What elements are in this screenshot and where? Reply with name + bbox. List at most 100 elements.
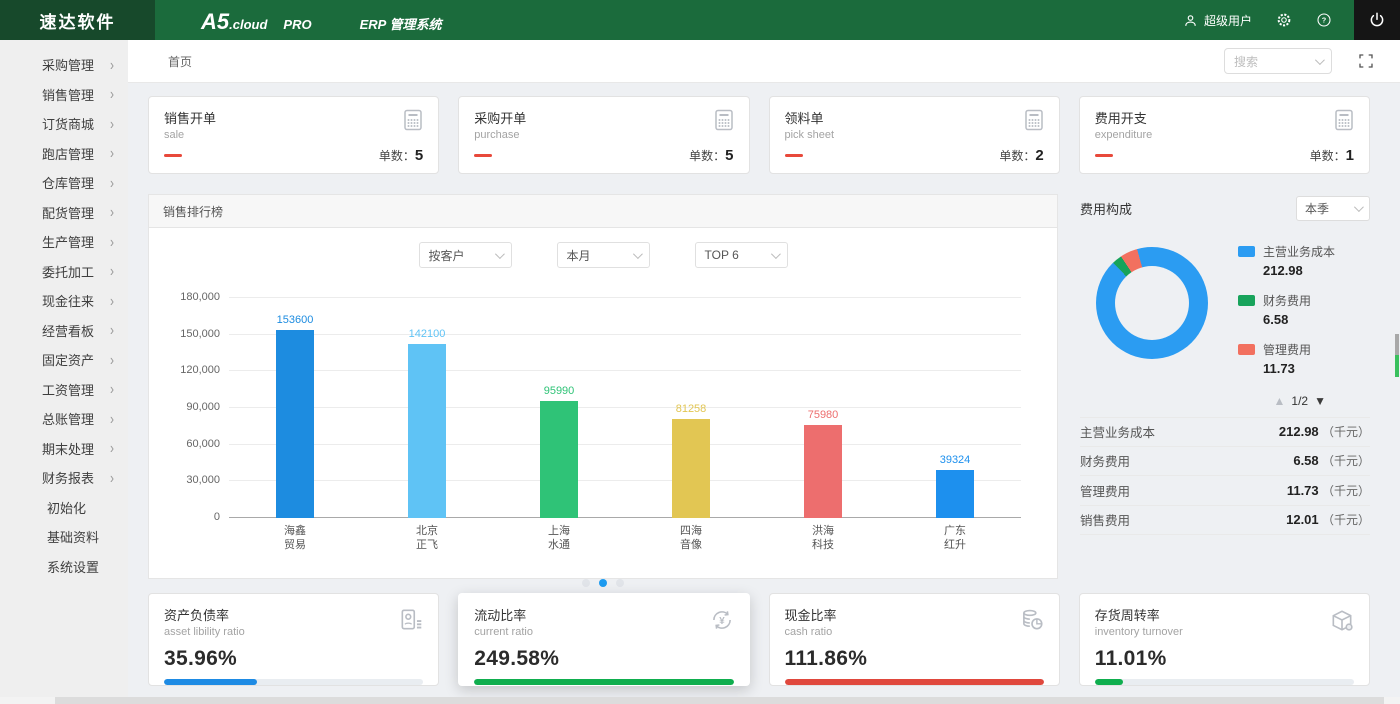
- legend-label: 管理费用: [1263, 341, 1311, 358]
- metric-card-subtitle: asset libility ratio: [164, 626, 423, 638]
- bar-value-label: 142100: [409, 328, 446, 340]
- expense-row-value: 6.58 （千元）: [1293, 452, 1370, 469]
- sidebar-item-销售管理[interactable]: 销售管理›: [0, 80, 128, 110]
- expense-row: 管理费用11.73 （千元）: [1080, 476, 1370, 506]
- x-axis-label: 北京正飞: [361, 525, 493, 553]
- user-menu[interactable]: 超级用户: [1183, 12, 1252, 29]
- metric-card-subtitle: inventory turnover: [1095, 626, 1354, 638]
- sidebar-item-财务报表[interactable]: 财务报表›: [0, 463, 128, 493]
- chevron-right-icon: ›: [110, 439, 114, 457]
- metric-card: 存货周转率inventory turnover11.01%: [1079, 593, 1370, 686]
- red-dash: [474, 154, 492, 157]
- sidebar-item-订货商城[interactable]: 订货商城›: [0, 109, 128, 139]
- metric-progress-fill: [785, 679, 1044, 685]
- sidebar-item-label: 订货商城: [42, 114, 94, 133]
- metric-progress-fill: [474, 679, 733, 685]
- chevron-right-icon: ›: [110, 469, 114, 487]
- filter-value: 按客户: [429, 247, 465, 264]
- svg-text:?: ?: [1322, 16, 1327, 25]
- sidebar-item-固定资产[interactable]: 固定资产 ›: [0, 345, 128, 375]
- y-axis-tick: 180,000: [180, 291, 220, 303]
- stat-card-count: 单数：2: [999, 147, 1043, 164]
- metric-card-title: 流动比率: [474, 605, 733, 624]
- sidebar-item-label: 跑店管理: [42, 144, 94, 163]
- sidebar-item-生产管理[interactable]: 生产管理›: [0, 227, 128, 257]
- stat-card-subtitle: sale: [164, 129, 423, 141]
- breadcrumb[interactable]: 首页: [168, 53, 192, 70]
- brand-cloud: .cloud: [229, 17, 267, 32]
- calculator-icon: [401, 108, 425, 132]
- chart-filter-select-0[interactable]: 按客户: [419, 242, 512, 268]
- sidebar-item-经营看板[interactable]: 经营看板 ›: [0, 316, 128, 346]
- help-icon[interactable]: ?: [1316, 12, 1332, 28]
- sidebar-item-配货管理[interactable]: 配货管理›: [0, 198, 128, 228]
- metric-card: 流动比率current ratio¥249.58%: [458, 593, 749, 686]
- pager-down-icon[interactable]: ▼: [1314, 394, 1326, 408]
- sidebar-item-跑店管理[interactable]: 跑店管理›: [0, 139, 128, 169]
- brand-pro: PRO: [283, 17, 311, 32]
- sales-ranking-title: 销售排行榜: [149, 195, 1057, 228]
- sidebar-item-总账管理[interactable]: 总账管理›: [0, 404, 128, 434]
- x-axis-label: 四海音像: [625, 525, 757, 553]
- fullscreen-icon[interactable]: [1358, 53, 1374, 69]
- sidebar-item-采购管理[interactable]: 采购管理›: [0, 50, 128, 80]
- search-input[interactable]: 搜索: [1224, 48, 1332, 74]
- sales-bar-chart: 030,00060,00090,000120,000150,000180,000…: [229, 298, 1021, 553]
- expense-donut-chart: [1096, 247, 1208, 359]
- sidebar-item-label: 现金往来: [42, 291, 94, 310]
- metric-value: 35.96%: [164, 647, 423, 671]
- stat-card: 采购开单purchase单数：5: [458, 96, 749, 174]
- horizontal-scrollbar[interactable]: [0, 697, 1400, 704]
- bar-column: 75980: [757, 298, 889, 518]
- box-icon: [1329, 607, 1355, 633]
- expense-row-value: 212.98 （千元）: [1279, 423, 1370, 440]
- pagination-dot[interactable]: [599, 579, 607, 587]
- bar-column: 81258: [625, 298, 757, 518]
- chart-pagination-dots: [149, 579, 1057, 587]
- chevron-down-icon: [1315, 55, 1325, 65]
- sidebar-item-初始化[interactable]: 初始化: [0, 493, 128, 523]
- metric-card-subtitle: cash ratio: [785, 626, 1044, 638]
- chevron-right-icon: ›: [110, 351, 114, 369]
- chevron-right-icon: ›: [110, 321, 114, 339]
- sidebar-item-label: 固定资产: [42, 350, 94, 369]
- vertical-scrollbar[interactable]: [1395, 334, 1399, 377]
- x-axis-label: 广东红升: [889, 525, 1021, 553]
- sidebar-item-label: 系统设置: [47, 557, 99, 576]
- logout-power-button[interactable]: [1354, 0, 1400, 40]
- chart-filter-select-2[interactable]: TOP 6: [695, 242, 788, 268]
- sidebar-item-仓库管理[interactable]: 仓库管理›: [0, 168, 128, 198]
- app-logo[interactable]: 速达软件: [0, 0, 155, 40]
- pager-label: 1/2: [1291, 394, 1308, 408]
- chevron-down-icon: [1354, 202, 1364, 212]
- settings-icon[interactable]: [1276, 12, 1292, 28]
- pager-up-icon[interactable]: ▲: [1274, 394, 1286, 408]
- sidebar-item-委托加工[interactable]: 委托加工›: [0, 257, 128, 287]
- legend-value: 212.98: [1263, 263, 1335, 278]
- pagination-dot[interactable]: [616, 579, 624, 587]
- legend-item: 主营业务成本212.98: [1238, 243, 1335, 278]
- metric-progress-track: [164, 679, 423, 685]
- stat-card-count: 单数：5: [379, 147, 423, 164]
- metric-card-title: 存货周转率: [1095, 605, 1354, 624]
- sidebar-item-系统设置[interactable]: 系统设置: [0, 552, 128, 582]
- sales-ranking-panel: 销售排行榜 按客户 本月 TOP 6 030,00060,00090,000120,…: [148, 194, 1058, 579]
- expense-period-select[interactable]: 本季: [1296, 196, 1370, 221]
- chevron-right-icon: ›: [110, 410, 114, 428]
- metric-card-subtitle: current ratio: [474, 626, 733, 638]
- sidebar-item-工资管理[interactable]: 工资管理›: [0, 375, 128, 405]
- stat-card: 费用开支expenditure单数：1: [1079, 96, 1370, 174]
- user-name: 超级用户: [1204, 12, 1252, 29]
- sidebar-item-期末处理[interactable]: 期末处理›: [0, 434, 128, 464]
- legend-item-top: 管理费用: [1238, 341, 1335, 358]
- stat-card: 领料单pick sheet单数：2: [769, 96, 1060, 174]
- stat-card-footer: 单数：2: [785, 147, 1044, 164]
- legend-item-top: 财务费用: [1238, 292, 1335, 309]
- bar-海鑫贸易: [276, 330, 314, 518]
- chart-filter-select-1[interactable]: 本月: [557, 242, 650, 268]
- sidebar-item-label: 经营看板: [42, 321, 94, 340]
- sidebar-item-现金往来[interactable]: 现金往来›: [0, 286, 128, 316]
- pagination-dot[interactable]: [582, 579, 590, 587]
- chevron-right-icon: ›: [110, 203, 114, 221]
- sidebar-item-基础资料[interactable]: 基础资料: [0, 522, 128, 552]
